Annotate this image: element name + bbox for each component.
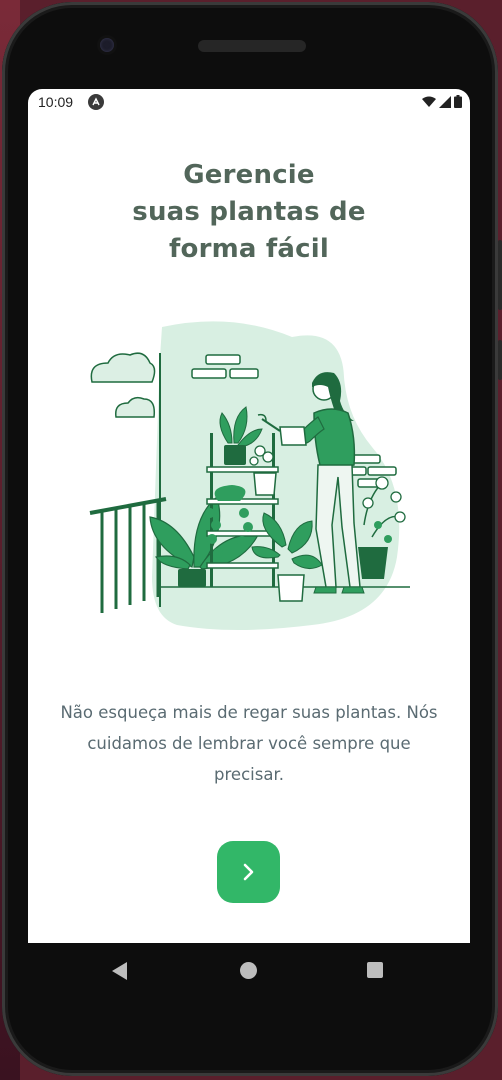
- status-time: 10:09: [38, 94, 74, 110]
- page-title: Gerencie suas plantas de forma fácil: [28, 157, 470, 268]
- next-button[interactable]: [217, 841, 280, 903]
- volume-button: [498, 240, 502, 310]
- title-line: Gerencie: [183, 160, 315, 190]
- app-screen: 10:09 Gerencie suas plantas de forma fác…: [28, 89, 470, 943]
- cell-signal-icon: [439, 96, 451, 108]
- chevron-right-icon: [243, 863, 253, 881]
- status-bar: 10:09: [28, 89, 470, 115]
- recents-square-icon[interactable]: [367, 962, 383, 978]
- title-line: forma fácil: [169, 234, 329, 264]
- wifi-icon: [422, 96, 436, 107]
- home-circle-icon[interactable]: [240, 962, 257, 979]
- onboarding-description: Não esqueça mais de regar suas plantas. …: [60, 703, 438, 784]
- battery-icon: [454, 95, 462, 108]
- back-triangle-icon[interactable]: [112, 962, 127, 980]
- android-studio-icon: [88, 94, 104, 110]
- system-nav-bar: [28, 943, 470, 999]
- power-button: [498, 340, 502, 380]
- status-icons: [422, 95, 462, 108]
- earpiece-speaker: [198, 40, 306, 52]
- title-line: suas plantas de: [132, 197, 366, 227]
- front-camera: [100, 38, 114, 52]
- woman-watering-plants-illustration: [89, 321, 410, 630]
